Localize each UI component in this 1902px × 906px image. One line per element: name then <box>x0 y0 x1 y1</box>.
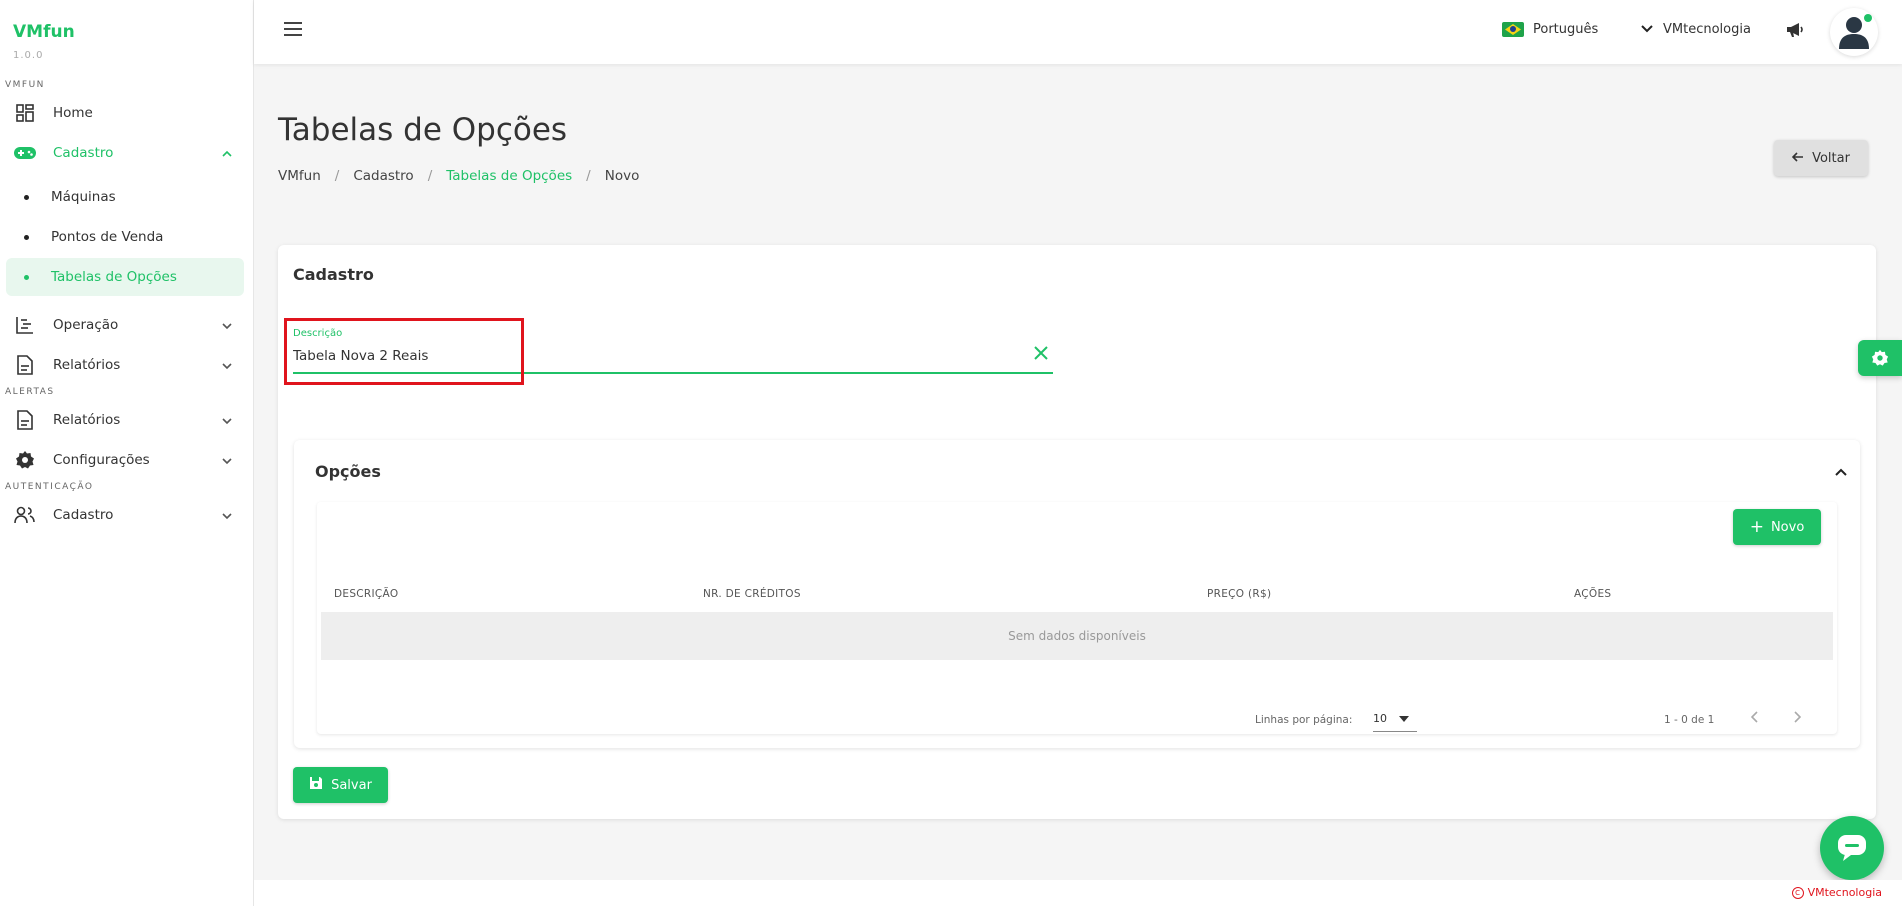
next-page-button[interactable] <box>1784 704 1810 730</box>
sidebar-item-label: Cadastro <box>53 145 114 161</box>
sidebar-item-label: Relatórios <box>53 412 121 428</box>
rows-per-page-label: Linhas por página: <box>1255 714 1353 726</box>
sidebar-item-configuracoes[interactable]: Configurações <box>6 441 244 479</box>
users-icon <box>14 504 36 526</box>
column-header-preco[interactable]: PREÇO (R$) <box>1207 588 1271 600</box>
back-button[interactable]: Voltar <box>1774 140 1868 176</box>
chevron-down-icon <box>1641 22 1653 37</box>
sidebar-item-label: Tabelas de Opções <box>51 269 177 285</box>
brazil-flag-icon <box>1502 22 1524 37</box>
section-label-vmfun: VMFUN <box>5 80 45 90</box>
sidebar-item-operacao[interactable]: Operação <box>6 306 244 344</box>
brand-name: VMfun <box>13 22 75 42</box>
sidebar-item-label: Máquinas <box>51 189 116 205</box>
chevron-down-icon <box>222 318 232 334</box>
save-label: Salvar <box>331 777 372 793</box>
sidebar-item-label: Home <box>53 105 93 121</box>
megaphone-icon[interactable] <box>1786 22 1804 42</box>
page-footer: C VMtecnologia <box>254 880 1902 906</box>
account-label: VMtecnologia <box>1663 22 1751 37</box>
breadcrumb-separator: / <box>427 168 433 184</box>
chat-bubble-icon <box>1838 835 1866 861</box>
back-button-label: Voltar <box>1812 150 1850 166</box>
gear-icon <box>1871 349 1889 366</box>
clear-icon[interactable] <box>1033 345 1051 363</box>
breadcrumb-item[interactable]: Tabelas de Opções <box>446 168 572 184</box>
bullet-icon <box>24 274 29 280</box>
chevron-up-icon <box>222 146 232 162</box>
sidebar-item-home[interactable]: Home <box>6 94 244 132</box>
dashboard-icon <box>14 102 36 124</box>
sidebar-item-label: Cadastro <box>53 507 114 523</box>
sidebar-subitem-maquinas[interactable]: Máquinas <box>6 178 244 216</box>
sidebar-item-relatorios-alertas[interactable]: Relatórios <box>6 401 244 439</box>
chevron-down-icon <box>222 413 232 429</box>
arrow-left-icon <box>1791 151 1804 166</box>
sidebar: VMfun 1.0.0 VMFUN Home Cadastro Máquinas… <box>0 0 254 906</box>
breadcrumb-item[interactable]: Cadastro <box>353 168 413 184</box>
breadcrumb-separator: / <box>334 168 340 184</box>
prev-page-button[interactable] <box>1742 704 1768 730</box>
new-option-button[interactable]: + Novo <box>1733 509 1821 545</box>
section-label-alertas: ALERTAS <box>5 387 55 397</box>
chevron-down-icon <box>222 508 232 524</box>
sidebar-item-relatorios[interactable]: Relatórios <box>6 346 244 384</box>
account-selector[interactable]: VMtecnologia <box>1641 22 1751 37</box>
language-selector[interactable]: Português <box>1502 22 1598 37</box>
bullet-icon <box>24 194 29 200</box>
empty-text: Sem dados disponíveis <box>1008 629 1146 643</box>
chevron-up-icon[interactable] <box>1834 462 1848 481</box>
gamepad-icon <box>14 142 36 164</box>
sidebar-item-label: Operação <box>53 317 119 333</box>
column-header-descricao[interactable]: DESCRIÇÃO <box>334 588 398 600</box>
sidebar-subitem-tabelas-opcoes[interactable]: Tabelas de Opções <box>6 258 244 296</box>
settings-fab[interactable] <box>1858 340 1902 376</box>
new-option-label: Novo <box>1770 519 1805 535</box>
pagination-range: 1 - 0 de 1 <box>1664 714 1715 726</box>
opcoes-table: + Novo DESCRIÇÃO NR. DE CRÉDITOS PREÇO (… <box>317 502 1837 734</box>
avatar[interactable] <box>1830 8 1878 56</box>
column-header-acoes: AÇÕES <box>1574 588 1612 600</box>
empty-row: Sem dados disponíveis <box>321 612 1833 660</box>
sidebar-subitem-pontos-venda[interactable]: Pontos de Venda <box>6 218 244 256</box>
caret-down-icon <box>1399 715 1409 722</box>
opcoes-panel: Opções + Novo DESCRIÇÃO NR. DE CRÉDITOS … <box>294 440 1860 748</box>
footer-brand-label: VMtecnologia <box>1807 886 1882 899</box>
gear-icon <box>14 449 36 471</box>
bullet-icon <box>24 234 29 240</box>
breadcrumb-item-current: Novo <box>604 168 640 184</box>
timeline-icon <box>14 314 36 336</box>
breadcrumb: VMfun / Cadastro / Tabelas de Opções / N… <box>278 168 639 184</box>
floppy-disk-icon <box>309 776 323 794</box>
app-version: 1.0.0 <box>13 50 44 61</box>
sidebar-item-cadastro[interactable]: Cadastro <box>6 134 244 172</box>
rows-per-page-select[interactable]: 10 <box>1373 706 1417 732</box>
chevron-down-icon <box>222 453 232 469</box>
sidebar-item-label: Relatórios <box>53 357 121 373</box>
highlight-annotation <box>284 318 524 385</box>
rows-per-page-value: 10 <box>1373 712 1387 725</box>
chat-button[interactable] <box>1820 816 1884 880</box>
opcoes-title: Opções <box>315 462 381 481</box>
chevron-down-icon <box>222 358 232 374</box>
sidebar-item-cadastro-auth[interactable]: Cadastro <box>6 496 244 534</box>
online-status-dot <box>1864 14 1872 22</box>
card-title: Cadastro <box>293 265 374 284</box>
breadcrumb-separator: / <box>586 168 591 184</box>
footer-brand[interactable]: C VMtecnologia <box>1791 886 1882 899</box>
page-title: Tabelas de Opções <box>278 112 568 148</box>
sidebar-item-label: Pontos de Venda <box>51 229 164 245</box>
save-button[interactable]: Salvar <box>293 767 388 803</box>
section-label-autenticacao: AUTENTICAÇÃO <box>5 482 94 492</box>
document-icon <box>14 409 36 431</box>
breadcrumb-item[interactable]: VMfun <box>278 168 321 184</box>
plus-icon: + <box>1749 517 1764 537</box>
menu-icon[interactable] <box>284 22 304 38</box>
copyright-icon: C <box>1791 886 1804 899</box>
top-header: Português VMtecnologia <box>254 0 1902 64</box>
sidebar-item-label: Configurações <box>53 452 150 468</box>
document-icon <box>14 354 36 376</box>
column-header-creditos[interactable]: NR. DE CRÉDITOS <box>703 588 801 600</box>
language-label: Português <box>1533 22 1599 37</box>
